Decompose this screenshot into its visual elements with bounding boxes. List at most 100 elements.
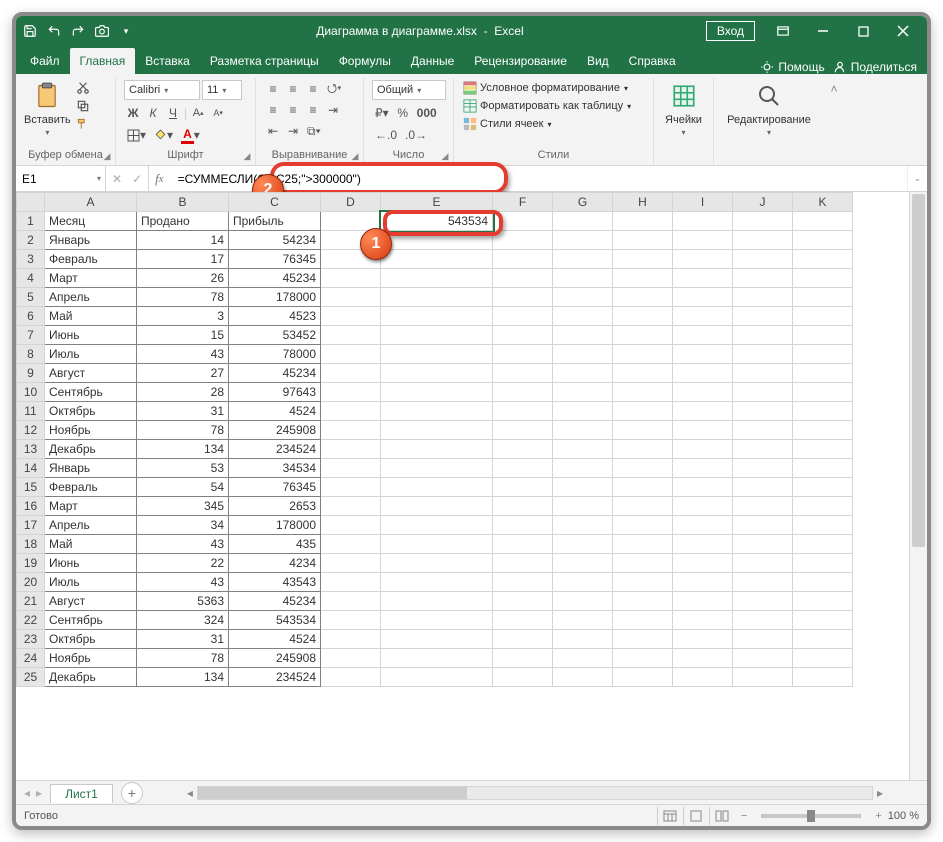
tab-formulas[interactable]: Формулы bbox=[329, 48, 401, 74]
format-as-table-button[interactable]: Форматировать как таблицу▾ bbox=[462, 98, 631, 114]
cell[interactable]: Декабрь bbox=[45, 668, 137, 687]
cell[interactable]: Июнь bbox=[45, 326, 137, 345]
row-header[interactable]: 21 bbox=[17, 592, 45, 611]
cell[interactable] bbox=[613, 649, 673, 668]
row-header[interactable]: 20 bbox=[17, 573, 45, 592]
formula-input[interactable] bbox=[176, 171, 901, 187]
cell[interactable] bbox=[553, 421, 613, 440]
cell[interactable] bbox=[381, 554, 493, 573]
cell[interactable]: Октябрь bbox=[45, 402, 137, 421]
cell[interactable] bbox=[733, 478, 793, 497]
cell[interactable] bbox=[493, 402, 553, 421]
cell[interactable] bbox=[493, 269, 553, 288]
cell[interactable] bbox=[793, 649, 853, 668]
col-header[interactable]: E bbox=[381, 193, 493, 212]
fx-icon[interactable]: fx bbox=[149, 166, 169, 191]
cell[interactable] bbox=[493, 611, 553, 630]
collapse-ribbon-button[interactable]: ˄ bbox=[824, 78, 844, 165]
row-header[interactable]: 22 bbox=[17, 611, 45, 630]
cell[interactable]: 28 bbox=[137, 383, 229, 402]
cell[interactable] bbox=[493, 250, 553, 269]
row-header[interactable]: 3 bbox=[17, 250, 45, 269]
cell[interactable] bbox=[673, 668, 733, 687]
cell[interactable]: 543534 bbox=[229, 611, 321, 630]
cell[interactable] bbox=[673, 383, 733, 402]
cell[interactable] bbox=[613, 497, 673, 516]
row-header[interactable]: 11 bbox=[17, 402, 45, 421]
cell[interactable] bbox=[793, 611, 853, 630]
cell[interactable] bbox=[381, 383, 493, 402]
align-launcher[interactable]: ◢ bbox=[349, 151, 361, 163]
cell[interactable] bbox=[613, 364, 673, 383]
zoom-slider[interactable] bbox=[761, 814, 861, 818]
number-launcher[interactable]: ◢ bbox=[439, 151, 451, 163]
cell[interactable] bbox=[381, 440, 493, 459]
cell[interactable]: 78 bbox=[137, 288, 229, 307]
align-right-icon[interactable]: ≡ bbox=[304, 101, 322, 119]
tab-view[interactable]: Вид bbox=[577, 48, 619, 74]
cell[interactable] bbox=[793, 307, 853, 326]
cell[interactable]: 45234 bbox=[229, 269, 321, 288]
cell[interactable]: Сентябрь bbox=[45, 383, 137, 402]
cell[interactable] bbox=[613, 250, 673, 269]
col-header[interactable]: H bbox=[613, 193, 673, 212]
cell[interactable] bbox=[673, 231, 733, 250]
cell[interactable] bbox=[553, 668, 613, 687]
cell[interactable] bbox=[673, 212, 733, 231]
cell[interactable] bbox=[613, 345, 673, 364]
cell[interactable] bbox=[673, 307, 733, 326]
cell[interactable]: 45234 bbox=[229, 364, 321, 383]
cell[interactable] bbox=[793, 250, 853, 269]
cell[interactable] bbox=[321, 497, 381, 516]
cell[interactable] bbox=[733, 459, 793, 478]
cell[interactable] bbox=[321, 307, 381, 326]
editing-button[interactable]: Редактирование ▾ bbox=[727, 80, 811, 137]
cell[interactable] bbox=[733, 649, 793, 668]
cell[interactable]: Февраль bbox=[45, 250, 137, 269]
cell[interactable] bbox=[733, 288, 793, 307]
horizontal-scrollbar[interactable]: ◂ ▸ bbox=[183, 786, 887, 800]
cell[interactable]: 27 bbox=[137, 364, 229, 383]
cell[interactable] bbox=[493, 326, 553, 345]
cell[interactable]: Январь bbox=[45, 459, 137, 478]
number-format-combo[interactable]: Общий▾ bbox=[372, 80, 446, 100]
cell[interactable] bbox=[793, 535, 853, 554]
cell[interactable]: Март bbox=[45, 269, 137, 288]
cell[interactable]: Август bbox=[45, 592, 137, 611]
cell[interactable] bbox=[733, 269, 793, 288]
row-header[interactable]: 14 bbox=[17, 459, 45, 478]
cell[interactable] bbox=[733, 212, 793, 231]
cell[interactable] bbox=[321, 516, 381, 535]
cell[interactable] bbox=[673, 421, 733, 440]
cell[interactable] bbox=[793, 345, 853, 364]
cell[interactable]: 134 bbox=[137, 668, 229, 687]
cell[interactable] bbox=[613, 269, 673, 288]
cell[interactable] bbox=[493, 630, 553, 649]
cell[interactable] bbox=[793, 573, 853, 592]
cell[interactable]: 34534 bbox=[229, 459, 321, 478]
currency-icon[interactable]: ₽▾ bbox=[372, 104, 392, 122]
cell[interactable] bbox=[553, 516, 613, 535]
cell[interactable] bbox=[493, 497, 553, 516]
cell[interactable] bbox=[321, 535, 381, 554]
cell[interactable] bbox=[673, 326, 733, 345]
cell[interactable] bbox=[733, 383, 793, 402]
cell[interactable] bbox=[793, 383, 853, 402]
cell[interactable] bbox=[493, 478, 553, 497]
increase-decimal-icon[interactable]: ←.0 bbox=[372, 126, 400, 144]
cell[interactable] bbox=[793, 459, 853, 478]
enter-formula-icon[interactable]: ✓ bbox=[132, 172, 142, 186]
cell[interactable] bbox=[321, 364, 381, 383]
name-box-input[interactable] bbox=[20, 171, 80, 187]
paste-button[interactable]: Вставить ▾ bbox=[24, 80, 71, 137]
cell[interactable]: Апрель bbox=[45, 516, 137, 535]
cell[interactable] bbox=[733, 516, 793, 535]
cell[interactable] bbox=[493, 649, 553, 668]
cell[interactable] bbox=[613, 212, 673, 231]
col-header[interactable]: D bbox=[321, 193, 381, 212]
cell[interactable] bbox=[321, 592, 381, 611]
cell[interactable] bbox=[793, 592, 853, 611]
cell[interactable]: 76345 bbox=[229, 478, 321, 497]
cell[interactable] bbox=[553, 345, 613, 364]
cell[interactable] bbox=[553, 212, 613, 231]
